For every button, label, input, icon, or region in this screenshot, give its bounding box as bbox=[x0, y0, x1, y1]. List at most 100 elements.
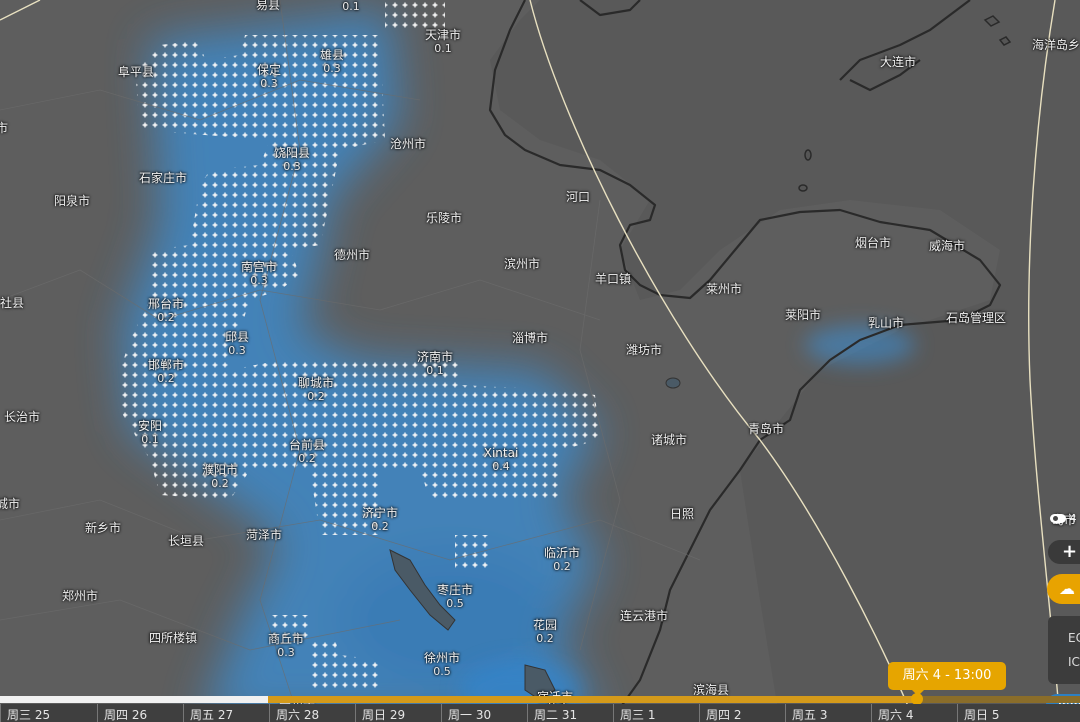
timeline-days[interactable]: 周三 25 周四 26 周五 27 周六 28 周日 29 周一 30 周二 31 周三 1周… bbox=[0, 704, 1080, 722]
timeline-past-track[interactable] bbox=[0, 696, 268, 703]
toggle-label: 4 bbox=[1069, 512, 1077, 525]
model-ecmwf[interactable]: EC bbox=[1068, 626, 1080, 650]
city-label: 潍坊市 bbox=[626, 343, 662, 357]
city-label: 烟台市 bbox=[855, 236, 891, 250]
city-name: 安阳 bbox=[137, 419, 163, 433]
city-name: 城市 bbox=[0, 497, 21, 511]
city-label: 0.1 bbox=[342, 0, 360, 14]
city-name: 莱阳市 bbox=[784, 308, 822, 322]
city-name: 邯郸市 bbox=[147, 358, 185, 372]
timeline-day[interactable]: 周四 2 bbox=[699, 704, 785, 722]
city-label: 连云港市 bbox=[620, 609, 668, 623]
city-label: 滨海县 bbox=[693, 683, 729, 697]
precip-value: 0.3 bbox=[250, 274, 268, 287]
precip-value: 0.1 bbox=[434, 42, 452, 55]
city-name: 诸城市 bbox=[650, 433, 688, 447]
city-name: 潍坊市 bbox=[625, 343, 663, 357]
timeline-day[interactable]: 周日 29 bbox=[355, 704, 441, 722]
city-label: 邢台市 0.2 bbox=[148, 297, 184, 325]
city-label: 阳泉市 bbox=[54, 194, 90, 208]
city-name: 烟台市 bbox=[854, 236, 892, 250]
model-icon[interactable]: IC bbox=[1068, 650, 1080, 674]
zoom-in-button[interactable]: + bbox=[1048, 540, 1080, 564]
city-name: 河口 bbox=[565, 190, 591, 204]
timeline-day[interactable]: 周二 31 bbox=[527, 704, 613, 722]
city-name: 日照 bbox=[669, 507, 695, 521]
city-name: 新乡市 bbox=[84, 521, 122, 535]
precip-value: 0.1 bbox=[342, 0, 360, 13]
city-name: 商丘市 bbox=[267, 632, 305, 646]
timeline-day[interactable]: 周六 4 bbox=[871, 704, 957, 722]
city-label: 河口 bbox=[566, 190, 590, 204]
precip-value: 0.1 bbox=[426, 364, 444, 377]
precip-value: 0.3 bbox=[283, 160, 301, 173]
city-name: 邱县 bbox=[224, 330, 250, 344]
city-label: 新乡市 bbox=[85, 521, 121, 535]
timeline-future-track[interactable] bbox=[918, 696, 1080, 703]
precip-value: 0.1 bbox=[141, 433, 159, 446]
city-name: 连云港市 bbox=[619, 609, 669, 623]
city-label: 枣庄市 0.5 bbox=[437, 583, 473, 611]
precip-value: 0.2 bbox=[553, 560, 571, 573]
city-name: 雄县 bbox=[319, 48, 345, 62]
city-label: 保定 0.3 bbox=[257, 63, 281, 91]
city-label: 济宁市 0.2 bbox=[362, 506, 398, 534]
timeline-day[interactable]: 周一 30 bbox=[441, 704, 527, 722]
city-label: 濮阳市 0.2 bbox=[202, 463, 238, 491]
city-name: 保定 bbox=[256, 63, 282, 77]
timeline-day[interactable]: 周六 28 bbox=[269, 704, 355, 722]
city-name: 莱州市 bbox=[705, 282, 743, 296]
city-name: 淄博市 bbox=[511, 331, 549, 345]
timeline-day[interactable]: 周五 27 bbox=[183, 704, 269, 722]
city-label: 诸城市 bbox=[651, 433, 687, 447]
model-selector[interactable]: EC IC bbox=[1048, 616, 1080, 684]
city-name: Xintai bbox=[483, 446, 519, 460]
sun-cloud-icon: ☁ bbox=[1059, 579, 1075, 598]
timeline-progress-track[interactable] bbox=[268, 696, 918, 703]
city-name: 羊口镇 bbox=[594, 272, 632, 286]
city-name: 阳泉市 bbox=[53, 194, 91, 208]
weather-map[interactable]: 易县 0.1 天津市 0.1 雄县 0.3 阜平县 保定 0.3 沧州市 饶阳县 0.3 石家庄市 阳泉市… bbox=[0, 0, 1080, 722]
city-name: 徐州市 bbox=[423, 651, 461, 665]
timeline-day[interactable]: 周日 5 bbox=[957, 704, 1080, 722]
precip-value: 0.3 bbox=[277, 646, 295, 659]
city-label: 威海市 bbox=[929, 239, 965, 253]
city-name: 德州市 bbox=[333, 248, 371, 262]
city-name: 南宫市 bbox=[240, 260, 278, 274]
city-label: 郑州市 bbox=[62, 589, 98, 603]
city-name: 石家庄市 bbox=[138, 171, 188, 185]
city-label: 沧州市 bbox=[390, 137, 426, 151]
city-label: 济南市 0.1 bbox=[417, 350, 453, 378]
precip-value: 0.5 bbox=[433, 665, 451, 678]
city-name: 威海市 bbox=[928, 239, 966, 253]
city-name: 滨州市 bbox=[503, 257, 541, 271]
city-label: 淄博市 bbox=[512, 331, 548, 345]
city-name: 邢台市 bbox=[147, 297, 185, 311]
timeline-day[interactable]: 周三 1 bbox=[613, 704, 699, 722]
overlay-toggle[interactable]: 4 bbox=[1050, 512, 1080, 528]
city-name: 聊城市 bbox=[297, 376, 335, 390]
city-label: 海洋岛乡 bbox=[1032, 38, 1080, 52]
city-name: 海洋岛乡 bbox=[1031, 38, 1080, 52]
precip-value: 0.2 bbox=[307, 390, 325, 403]
city-label: 四所楼镇 bbox=[149, 631, 197, 645]
city-label: 徐州市 0.5 bbox=[424, 651, 460, 679]
city-label: 城市 bbox=[0, 497, 20, 511]
city-label: 饶阳县 0.3 bbox=[274, 146, 310, 174]
precip-value: 0.2 bbox=[157, 372, 175, 385]
city-name: 临沂市 bbox=[543, 546, 581, 560]
timeline-day[interactable]: 周三 25 bbox=[0, 704, 97, 722]
city-label: 阜平县 bbox=[118, 65, 154, 79]
timeline-day[interactable]: 周五 3 bbox=[785, 704, 871, 722]
city-label: 商丘市 0.3 bbox=[268, 632, 304, 660]
city-label: 社县 bbox=[0, 296, 24, 310]
city-label: 大连市 bbox=[880, 55, 916, 69]
weather-layer-button[interactable]: ☁ bbox=[1047, 574, 1080, 604]
precip-value: 0.2 bbox=[298, 452, 316, 465]
precip-value: 0.4 bbox=[492, 460, 510, 473]
timeline-day[interactable]: 周四 26 bbox=[97, 704, 183, 722]
city-name: 阜平县 bbox=[117, 65, 155, 79]
city-name: 乐陵市 bbox=[425, 211, 463, 225]
city-label: 长治市 bbox=[4, 410, 40, 424]
city-name: 大连市 bbox=[879, 55, 917, 69]
